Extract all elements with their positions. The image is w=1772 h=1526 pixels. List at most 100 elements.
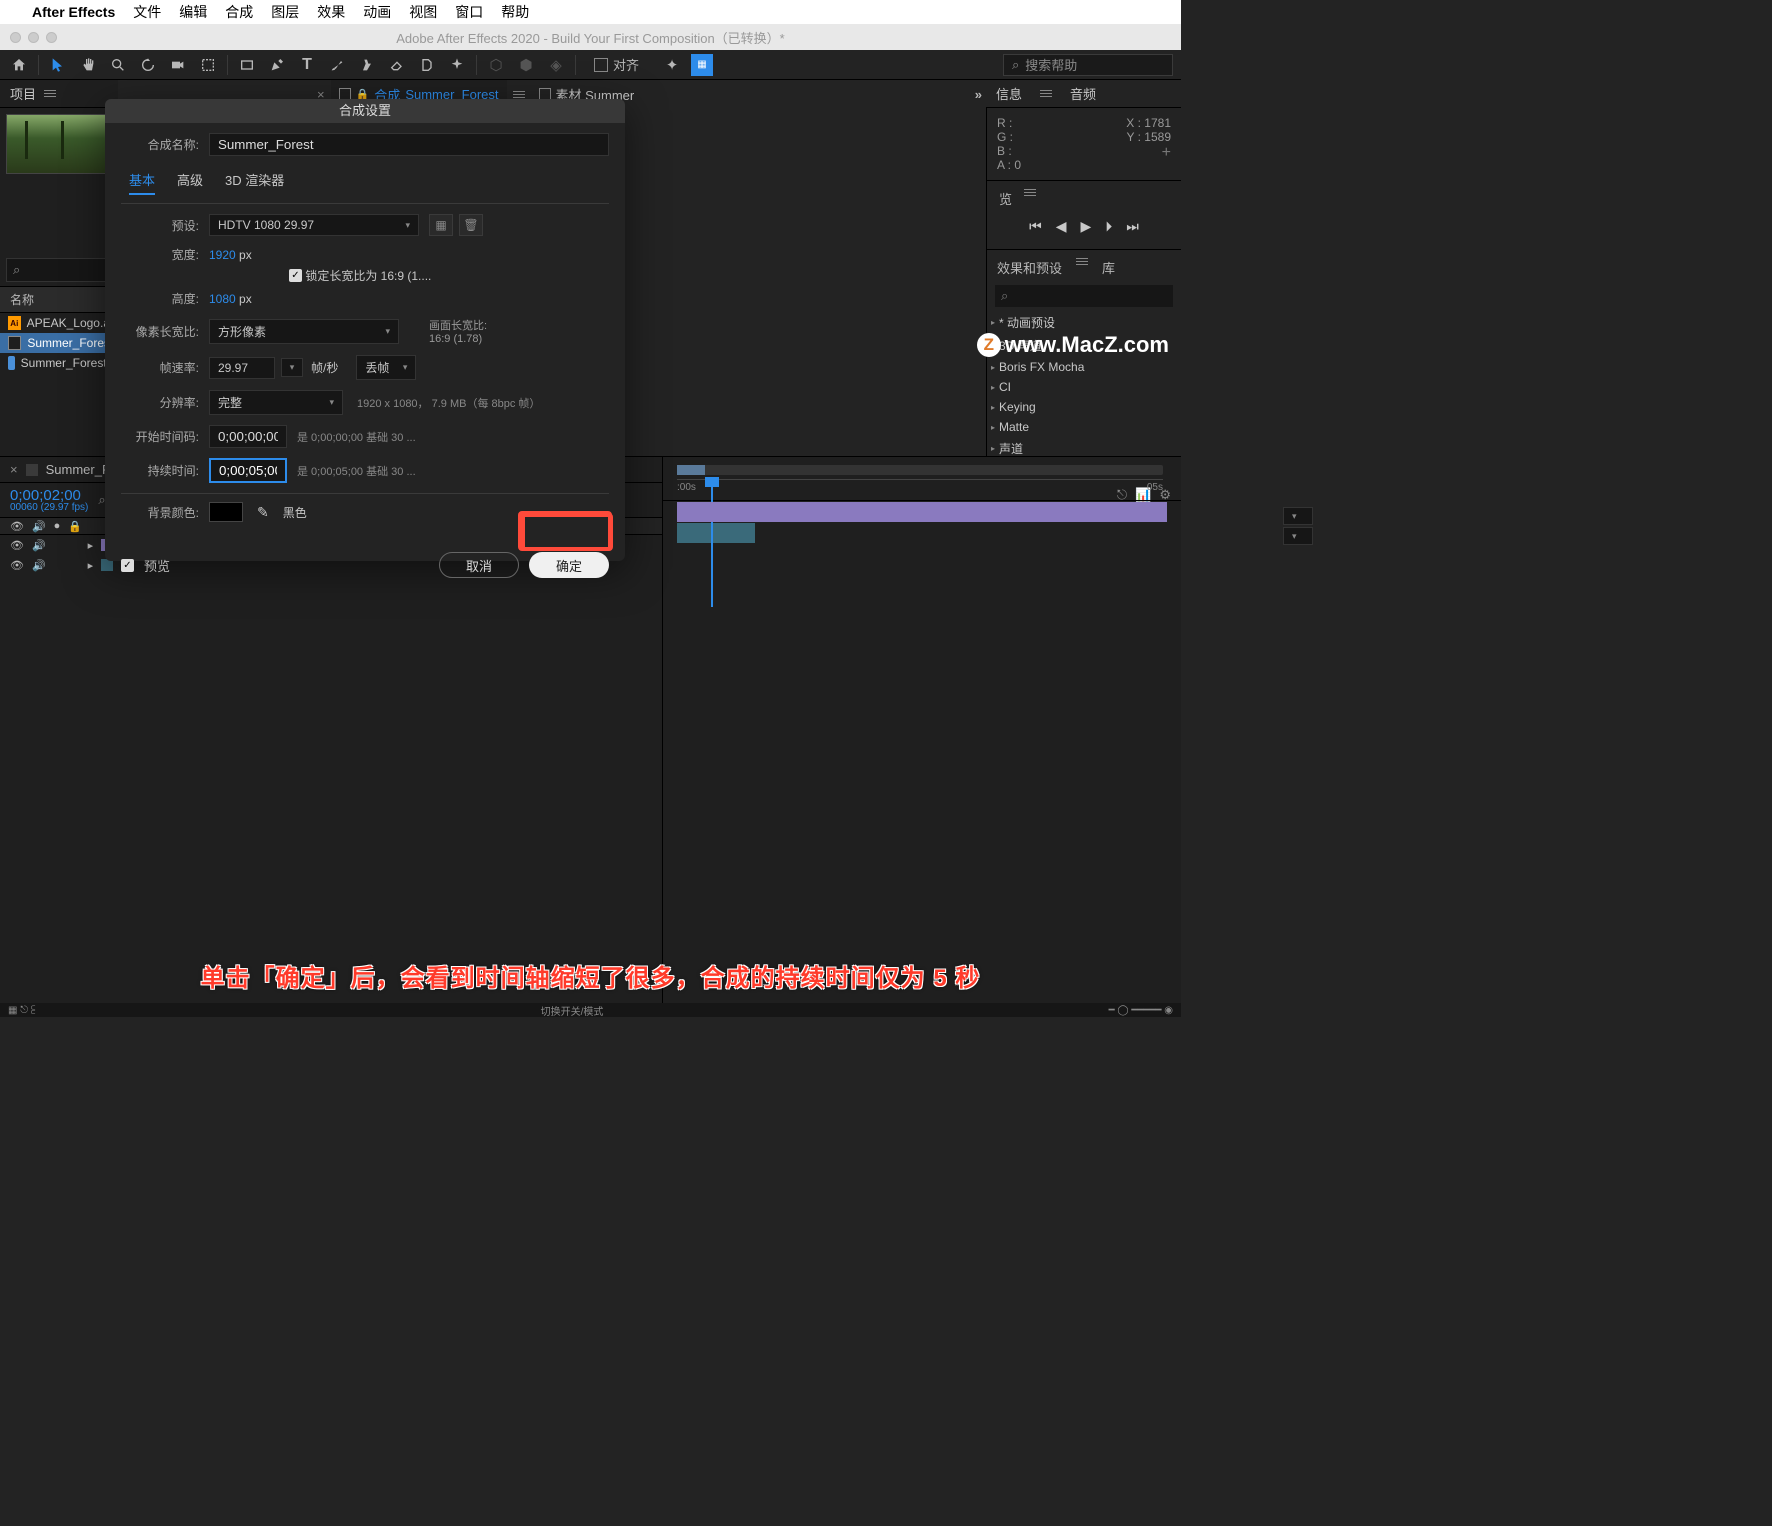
next-frame-icon[interactable]: ⏵ [1105, 218, 1112, 235]
lock-column-icon[interactable]: 🔒 [68, 520, 82, 533]
tab-3d-renderer[interactable]: 3D 渲染器 [225, 170, 284, 195]
dropframe-select[interactable]: 丢帧▾ [356, 355, 416, 380]
effects-menu-icon[interactable] [1076, 258, 1088, 277]
text-tool-icon[interactable]: T [296, 54, 318, 76]
project-item-mov[interactable]: Summer_Forest. [0, 353, 118, 373]
footer-left-icons[interactable]: ▦ ⎋ ⫕ [0, 1005, 43, 1016]
eye-column-icon[interactable]: 👁 [10, 520, 24, 533]
orbit-tool-icon[interactable] [137, 54, 159, 76]
zoom-tool-icon[interactable] [107, 54, 129, 76]
eyedropper-icon[interactable]: ✎ [257, 504, 269, 521]
preview-checkbox[interactable]: ✓ [121, 559, 134, 572]
prev-frame-icon[interactable]: ◀ [1056, 218, 1067, 235]
fx-category[interactable]: * 动画预设 [987, 311, 1181, 334]
menu-effect[interactable]: 效果 [317, 2, 345, 22]
3d-tool-1-icon[interactable]: ⬡ [485, 54, 507, 76]
roto-tool-icon[interactable] [416, 54, 438, 76]
pan-behind-tool-icon[interactable] [197, 54, 219, 76]
library-tab[interactable]: 库 [1102, 258, 1115, 277]
effects-search[interactable]: ⌕ [995, 285, 1173, 307]
comp-thumbnail[interactable] [6, 114, 106, 174]
menu-composition[interactable]: 合成 [225, 2, 253, 22]
layer-audio-icon[interactable]: 🔊 [32, 539, 46, 552]
width-value[interactable]: 1920 [209, 248, 236, 262]
menu-edit[interactable]: 编辑 [179, 2, 207, 22]
effects-tab[interactable]: 效果和预设 [997, 258, 1062, 277]
menu-animation[interactable]: 动画 [363, 2, 391, 22]
project-item-comp[interactable]: Summer_Fores [0, 333, 118, 353]
fx-category[interactable]: Matte [987, 417, 1181, 437]
duration-input[interactable] [209, 458, 287, 483]
brush-tool-icon[interactable] [326, 54, 348, 76]
timeline-close-icon[interactable]: × [10, 462, 18, 477]
home-icon[interactable] [8, 54, 30, 76]
grid-settings-icon[interactable]: ▦ [691, 54, 713, 76]
start-tc-input[interactable] [209, 425, 287, 448]
app-name[interactable]: After Effects [32, 4, 115, 20]
play-icon[interactable]: ▶ [1081, 218, 1092, 235]
audio-panel-tab[interactable]: 音频 [1070, 84, 1096, 103]
height-value[interactable]: 1080 [209, 292, 236, 306]
project-panel-tab[interactable]: 项目 [0, 80, 118, 107]
project-search[interactable]: ⌕ [6, 258, 112, 282]
tab-basic[interactable]: 基本 [129, 170, 155, 195]
info-menu-icon[interactable] [1040, 90, 1052, 97]
camera-tool-icon[interactable] [167, 54, 189, 76]
3d-tool-2-icon[interactable]: ⬢ [515, 54, 537, 76]
puppet-tool-icon[interactable] [446, 54, 468, 76]
project-column-header[interactable]: 名称 [0, 286, 118, 313]
snap-toggle-icon[interactable] [594, 58, 608, 72]
project-item-ai[interactable]: AiAPEAK_Logo.a [0, 313, 118, 333]
panel-menu-icon[interactable] [44, 90, 56, 97]
toggle-switches-button[interactable]: 切换开关/模式 [43, 1003, 1100, 1018]
info-panel-tab[interactable]: 信息 音频 [986, 80, 1181, 107]
fx-category[interactable]: CI [987, 377, 1181, 397]
clone-tool-icon[interactable] [356, 54, 378, 76]
selection-tool-icon[interactable] [47, 54, 69, 76]
current-time-indicator[interactable] [705, 477, 719, 487]
layer-bar-1[interactable] [677, 502, 1167, 522]
menu-window[interactable]: 窗口 [455, 2, 483, 22]
menu-layer[interactable]: 图层 [271, 2, 299, 22]
panel-overflow-icon[interactable]: » [975, 87, 982, 102]
audio-column-icon[interactable]: 🔊 [32, 520, 46, 533]
help-search[interactable]: ⌕ 搜索帮助 [1003, 54, 1173, 76]
fps-input[interactable]: 29.97 [209, 357, 275, 379]
menu-view[interactable]: 视图 [409, 2, 437, 22]
rectangle-tool-icon[interactable] [236, 54, 258, 76]
comp-panel-menu-icon[interactable] [513, 91, 525, 98]
par-select[interactable]: 方形像素▾ [209, 319, 399, 344]
fx-category[interactable]: Keying [987, 397, 1181, 417]
layer-mode-select[interactable]: ▾ [1283, 507, 1313, 525]
preview-menu-icon[interactable] [1024, 189, 1036, 208]
layer-visibility-icon[interactable]: 👁 [10, 539, 24, 552]
cancel-button[interactable]: 取消 [439, 552, 519, 578]
layer-visibility-icon[interactable]: 👁 [10, 559, 24, 572]
save-preset-icon[interactable]: ▦ [429, 214, 453, 236]
pen-tool-icon[interactable] [266, 54, 288, 76]
layer-bar-2[interactable] [677, 523, 755, 543]
menu-help[interactable]: 帮助 [501, 2, 529, 22]
first-frame-icon[interactable]: ⏮ [1029, 218, 1042, 235]
comp-name-input[interactable] [209, 133, 609, 156]
layer-audio-icon[interactable]: 🔊 [32, 559, 46, 572]
layer-mode-select[interactable]: ▾ [1283, 527, 1313, 545]
tab-advanced[interactable]: 高级 [177, 170, 203, 195]
wand-icon[interactable]: ✦ [661, 54, 683, 76]
3d-tool-3-icon[interactable]: ◈ [545, 54, 567, 76]
last-frame-icon[interactable]: ⏭ [1126, 218, 1139, 235]
bg-color-swatch[interactable] [209, 502, 243, 522]
eraser-tool-icon[interactable] [386, 54, 408, 76]
hand-tool-icon[interactable] [77, 54, 99, 76]
delete-preset-icon[interactable]: 🗑 [459, 214, 483, 236]
solo-column-icon[interactable]: ● [54, 520, 61, 532]
time-ruler[interactable]: :00s05s [663, 457, 1181, 501]
menu-file[interactable]: 文件 [133, 2, 161, 22]
work-area[interactable] [677, 465, 705, 475]
preset-select[interactable]: HDTV 1080 29.97▾ [209, 214, 419, 236]
ok-button[interactable]: 确定 [529, 552, 609, 578]
resolution-select[interactable]: 完整▾ [209, 390, 343, 415]
lock-aspect-checkbox[interactable]: ✓ [289, 269, 302, 282]
fps-dropdown[interactable]: ▾ [281, 358, 303, 377]
fx-category[interactable]: Boris FX Mocha [987, 357, 1181, 377]
